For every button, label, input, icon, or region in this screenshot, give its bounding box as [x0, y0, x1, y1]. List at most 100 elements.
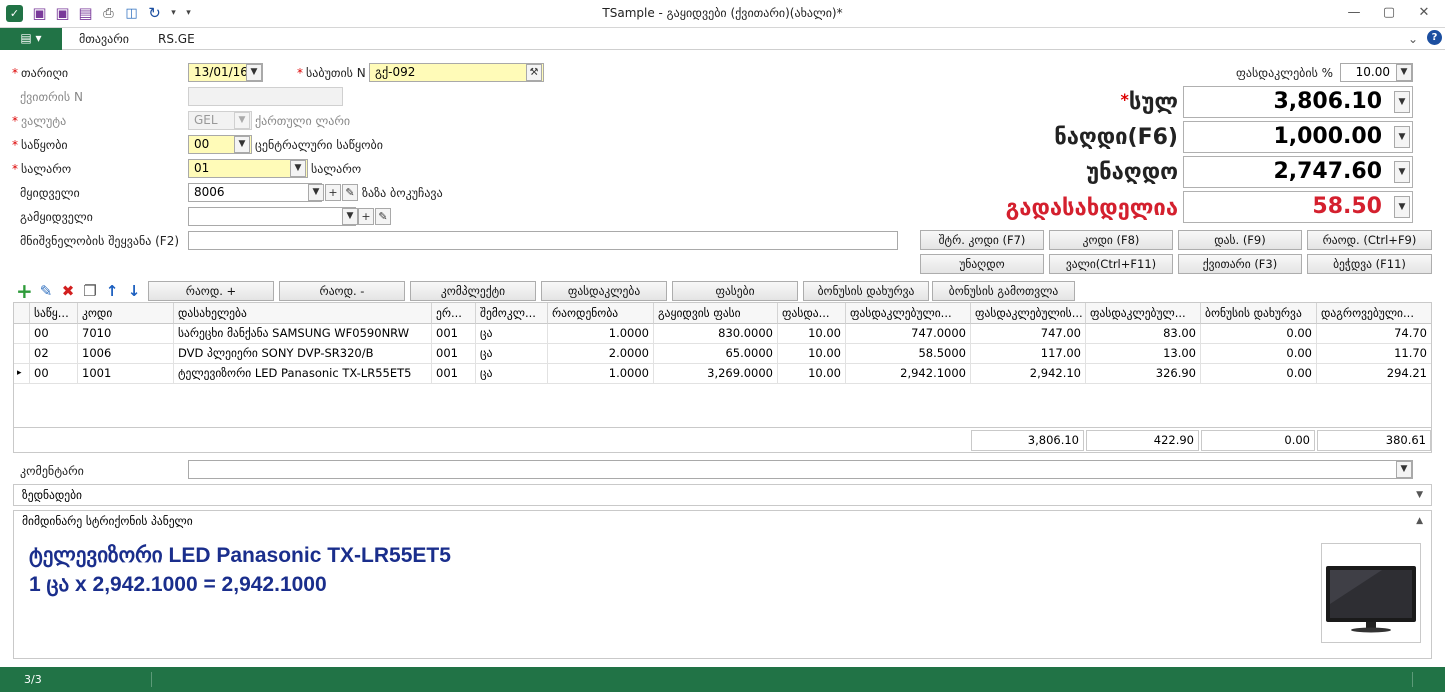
collapse-ribbon-icon[interactable]: ⌄ [1408, 32, 1418, 46]
prices-button[interactable]: ფასები [672, 281, 798, 301]
table-cell[interactable]: 001 [432, 324, 476, 344]
table-cell[interactable]: 00 [30, 324, 78, 344]
table-cell[interactable]: 10.00 [778, 344, 846, 364]
copy-icon[interactable]: ❐ [82, 283, 98, 299]
table-cell[interactable]: 747.00 [971, 324, 1086, 344]
comment-dropdown-icon[interactable]: ▼ [1396, 461, 1412, 478]
comment-field[interactable] [188, 460, 1413, 479]
table-cell[interactable]: 747.0000 [846, 324, 971, 344]
warehouse-dropdown-icon[interactable]: ▼ [234, 136, 250, 153]
table-cell[interactable]: 117.00 [971, 344, 1086, 364]
table-cell[interactable]: 13.00 [1086, 344, 1201, 364]
seller-dropdown-icon[interactable]: ▼ [342, 208, 358, 225]
amount-due-dropdown-icon[interactable]: ▼ [1394, 196, 1410, 218]
close-bonus-button[interactable]: ბონუსის დახურვა [803, 281, 929, 301]
buyer-field[interactable]: 8006 [188, 183, 322, 202]
row-selector[interactable] [14, 324, 30, 344]
table-cell[interactable]: 0.00 [1201, 364, 1317, 384]
table-cell[interactable]: სარეცხი მანქანა SAMSUNG WF0590NRW [174, 324, 432, 344]
help-icon[interactable]: ? [1427, 30, 1442, 45]
generate-number-icon[interactable]: ⚒ [526, 64, 542, 81]
close-button[interactable]: ✕ [1410, 3, 1438, 23]
cashdesk-dropdown-icon[interactable]: ▼ [290, 160, 306, 177]
table-cell[interactable]: 1.0000 [548, 364, 654, 384]
table-cell[interactable]: 001 [432, 344, 476, 364]
table-cell[interactable]: 0.00 [1201, 344, 1317, 364]
seller-edit-icon[interactable]: ✎ [375, 208, 391, 225]
noncash-field[interactable]: 2,747.60 ▼ [1183, 156, 1413, 188]
col-header-discounted-sum[interactable]: ფასდაკლებულის... [971, 303, 1086, 324]
table-cell[interactable]: 1.0000 [548, 324, 654, 344]
noncash-button[interactable]: უნაღდო [920, 254, 1044, 274]
table-cell[interactable]: 7010 [78, 324, 174, 344]
table-cell[interactable]: 294.21 [1317, 364, 1431, 384]
total-dropdown-icon[interactable]: ▼ [1394, 91, 1410, 113]
print-button[interactable]: ბეჭდვა (F11) [1307, 254, 1432, 274]
move-down-icon[interactable]: ↓ [126, 283, 142, 299]
table-cell[interactable]: ცა [476, 344, 548, 364]
col-header-name[interactable]: დასახელება [174, 303, 432, 324]
table-cell[interactable]: 1001 [78, 364, 174, 384]
table-cell[interactable]: 2.0000 [548, 344, 654, 364]
buyer-edit-icon[interactable]: ✎ [342, 184, 358, 201]
receipt-number-field[interactable] [188, 87, 343, 106]
amount-due-field[interactable]: 58.50 ▼ [1183, 191, 1413, 223]
col-header-short[interactable]: შემოკლ... [476, 303, 548, 324]
col-header-accrued[interactable]: დაგროვებული... [1317, 303, 1431, 324]
expand-icon[interactable]: ▼ [1416, 485, 1423, 505]
move-up-icon[interactable]: ↑ [104, 283, 120, 299]
quantity-button[interactable]: რაოდ. (Ctrl+F9) [1307, 230, 1432, 250]
current-row-marker-icon[interactable]: ▸ [14, 364, 30, 384]
col-header-code[interactable]: კოდი [78, 303, 174, 324]
table-cell[interactable]: 11.70 [1317, 344, 1431, 364]
table-cell[interactable]: 0.00 [1201, 324, 1317, 344]
table-cell[interactable]: 326.90 [1086, 364, 1201, 384]
debt-button[interactable]: ვალი(Ctrl+F11) [1049, 254, 1173, 274]
menu-rsge[interactable]: RS.GE [158, 32, 195, 46]
doc-number-field[interactable]: გქ-092 [369, 63, 544, 82]
table-cell[interactable]: 74.70 [1317, 324, 1431, 344]
table-cell[interactable]: ტელევიზორი LED Panasonic TX-LR55ET5 [174, 364, 432, 384]
noncash-dropdown-icon[interactable]: ▼ [1394, 161, 1410, 183]
table-cell[interactable]: 10.00 [778, 364, 846, 384]
current-line-panel-header[interactable]: მიმდინარე სტრიქონის პანელი ▲ [13, 510, 1432, 532]
app-menu-button[interactable]: ▤ ▾ [0, 28, 62, 50]
delete-icon[interactable]: ✖ [60, 283, 76, 299]
table-cell[interactable]: 83.00 [1086, 324, 1201, 344]
table-cell[interactable]: ცა [476, 364, 548, 384]
cash-dropdown-icon[interactable]: ▼ [1394, 126, 1410, 148]
seller-add-icon[interactable]: + [358, 208, 374, 225]
date-dropdown-icon[interactable]: ▼ [246, 64, 262, 81]
minimize-button[interactable]: — [1340, 3, 1368, 23]
collapse-icon[interactable]: ▲ [1416, 511, 1423, 531]
edit-icon[interactable]: ✎ [38, 283, 54, 299]
seller-field[interactable] [188, 207, 356, 226]
row-selector[interactable] [14, 344, 30, 364]
total-field[interactable]: 3,806.10 ▼ [1183, 86, 1413, 118]
cash-field[interactable]: 1,000.00 ▼ [1183, 121, 1413, 153]
col-header-unit[interactable]: ერ... [432, 303, 476, 324]
col-header-quantity[interactable]: რაოდენობა [548, 303, 654, 324]
code-button[interactable]: კოდი (F8) [1049, 230, 1173, 250]
col-header-discount-pct[interactable]: ფასდა... [778, 303, 846, 324]
extras-panel-header[interactable]: ზედნადები ▼ [13, 484, 1432, 506]
table-cell[interactable]: 10.00 [778, 324, 846, 344]
col-header-discounted-price[interactable]: ფასდაკლებული... [846, 303, 971, 324]
currency-dropdown-icon[interactable]: ▼ [234, 112, 250, 129]
table-cell[interactable]: 00 [30, 364, 78, 384]
table-cell[interactable]: DVD პლეიერი SONY DVP-SR320/B [174, 344, 432, 364]
name-button[interactable]: დას. (F9) [1178, 230, 1302, 250]
buyer-dropdown-icon[interactable]: ▼ [308, 184, 324, 201]
table-cell[interactable]: 65.0000 [654, 344, 778, 364]
table-cell[interactable]: 1006 [78, 344, 174, 364]
table-cell[interactable]: 001 [432, 364, 476, 384]
table-cell[interactable]: 830.0000 [654, 324, 778, 344]
notes-field[interactable] [188, 231, 898, 250]
col-header-discount-amount[interactable]: ფასდაკლებულ... [1086, 303, 1201, 324]
menu-home[interactable]: მთავარი [79, 32, 129, 46]
kit-button[interactable]: კომპლექტი [410, 281, 536, 301]
table-cell[interactable]: 58.5000 [846, 344, 971, 364]
calc-bonus-button[interactable]: ბონუსის გამოთვლა [932, 281, 1075, 301]
col-header-sale-price[interactable]: გაყიდვის ფასი [654, 303, 778, 324]
table-cell[interactable]: 02 [30, 344, 78, 364]
